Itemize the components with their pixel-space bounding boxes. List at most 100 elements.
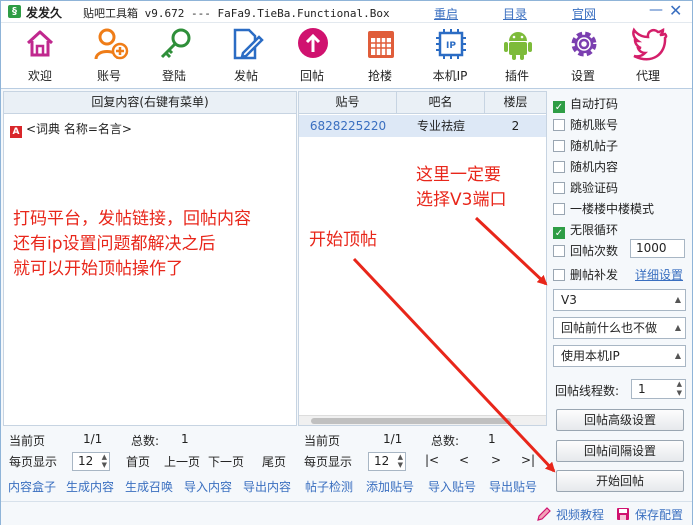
first-page-button[interactable]: |< (425, 453, 439, 467)
prev-page-button[interactable]: < (459, 453, 469, 467)
restart-link[interactable]: 重启 (434, 5, 458, 22)
cell-bar-name: 专业祛痘 (416, 119, 465, 133)
toolbar-label: 插件 (504, 69, 529, 83)
gear-icon (571, 31, 597, 57)
checkbox[interactable] (553, 203, 565, 215)
checkbox-checked[interactable]: ✓ (553, 101, 565, 113)
close-button[interactable]: ✕ (669, 1, 682, 20)
checkbox[interactable] (553, 140, 565, 152)
dropdown-arrow-icon[interactable]: ▲ (675, 346, 681, 366)
save-config-link[interactable]: 保存配置 (635, 506, 683, 523)
generate-content-link[interactable]: 生成内容 (66, 478, 114, 495)
per-page-stepper[interactable]: 12 ▲ ▼ (72, 452, 110, 471)
key-icon (160, 28, 191, 59)
column-floor[interactable]: 楼层 (485, 92, 546, 114)
spin-arrows-icon[interactable]: ▲ ▼ (677, 380, 682, 398)
first-page-button[interactable]: 首页 (126, 453, 150, 470)
reply-threads-value: 1 (638, 382, 646, 396)
main-toolbar: 欢迎 账号 登陆 发帖 回帖 抢楼 IP 本机IP 插件 设置 代理 (1, 23, 692, 89)
spin-arrows-icon[interactable]: ▲ ▼ (398, 453, 403, 469)
toolbar-label: 账号 (96, 69, 121, 83)
directory-link[interactable]: 目录 (503, 5, 527, 22)
column-post-id[interactable]: 贴号 (299, 92, 397, 114)
next-page-button[interactable]: 下一页 (208, 453, 244, 470)
prev-page-button[interactable]: 上一页 (164, 453, 200, 470)
advanced-reply-settings-button[interactable]: 回帖高级设置 (556, 409, 684, 431)
before-reply-select[interactable]: 回帖前什么也不做 ▲ (553, 317, 686, 339)
checkbox-checked[interactable]: ✓ (553, 227, 565, 239)
checkbox[interactable] (553, 119, 565, 131)
option-random-account[interactable]: 随机账号 (553, 116, 618, 132)
import-post-link[interactable]: 导入贴号 (428, 478, 476, 495)
column-bar-name[interactable]: 吧名 (397, 92, 485, 114)
toolbar-proxy-button[interactable]: 代理 (617, 23, 679, 87)
annotation-v3-line-1: 这里一定要 (416, 165, 501, 185)
list-item[interactable]: A <词典 名称=名言> (10, 120, 132, 138)
reply-threads-stepper[interactable]: 1 ▲ ▼ (631, 379, 686, 399)
detail-settings-link[interactable]: 详细设置 (635, 266, 683, 283)
post-table[interactable]: 贴号 吧名 楼层 6828225220 专业祛痘 2 (298, 91, 547, 426)
option-skip-captcha[interactable]: 跳验证码 (553, 179, 618, 195)
option-repost-deleted[interactable]: 删帖补发 (553, 266, 618, 282)
checkbox[interactable] (553, 245, 565, 257)
toolbar-settings-button[interactable]: 设置 (552, 23, 614, 87)
list-item-label: <词典 名称=名言> (26, 122, 132, 136)
video-tutorial-link[interactable]: 视频教程 (556, 506, 604, 523)
export-post-link[interactable]: 导出贴号 (489, 478, 537, 495)
checkbox[interactable] (553, 269, 565, 281)
toolbar-label: 欢迎 (27, 69, 52, 83)
minimize-button[interactable]: — (649, 2, 663, 18)
checkbox[interactable] (553, 161, 565, 173)
horizontal-scrollbar[interactable] (299, 415, 546, 425)
option-auto-captcha[interactable]: ✓ 自动打码 (553, 95, 618, 113)
generate-summon-link[interactable]: 生成召唤 (125, 478, 173, 495)
per-page-stepper[interactable]: 12 ▲ ▼ (368, 452, 406, 471)
scrollbar-thumb[interactable] (311, 418, 511, 424)
total-value: 1 (181, 432, 189, 446)
toolbar-local-ip-button[interactable]: IP 本机IP (419, 23, 481, 87)
toolbar-welcome-button[interactable]: 欢迎 (9, 23, 71, 87)
option-label: 随机账号 (570, 118, 619, 132)
total-label: 总数: (131, 434, 160, 448)
last-page-button[interactable]: 尾页 (262, 453, 286, 470)
toolbar-account-button[interactable]: 账号 (78, 23, 140, 87)
toolbar-label: 设置 (570, 69, 595, 83)
checkbox[interactable] (553, 182, 565, 194)
port-select[interactable]: V3 ▲ (553, 289, 686, 311)
toolbar-login-button[interactable]: 登陆 (143, 23, 205, 87)
reply-count-input[interactable]: 1000 (630, 239, 685, 258)
import-content-link[interactable]: 导入内容 (184, 478, 232, 495)
add-post-link[interactable]: 添加贴号 (366, 478, 414, 495)
dropdown-arrow-icon[interactable]: ▲ (675, 318, 681, 338)
start-reply-button[interactable]: 开始回帖 (556, 470, 684, 492)
export-content-link[interactable]: 导出内容 (243, 478, 291, 495)
spin-arrows-icon[interactable]: ▲ ▼ (102, 453, 107, 469)
website-link[interactable]: 官网 (572, 5, 596, 22)
ip-chip-icon: IP (436, 29, 466, 59)
reply-threads-label: 回帖线程数: (555, 384, 620, 398)
option-reply-count[interactable]: 回帖次数 (553, 242, 618, 258)
last-page-button[interactable]: >| (521, 453, 535, 467)
ip-select[interactable]: 使用本机IP ▲ (553, 345, 686, 367)
content-box-link[interactable]: 内容盒子 (8, 478, 56, 495)
option-infinite-loop[interactable]: ✓ 无限循环 (553, 221, 618, 239)
toolbar-reply-button[interactable]: 回帖 (281, 23, 343, 87)
dropdown-arrow-icon[interactable]: ▲ (675, 290, 681, 310)
toolbar-label: 登陆 (161, 69, 186, 83)
toolbar-label: 代理 (635, 69, 660, 83)
table-header: 贴号 吧名 楼层 (299, 92, 546, 114)
reply-interval-settings-button[interactable]: 回帖间隔设置 (556, 440, 684, 462)
option-random-post[interactable]: 随机帖子 (553, 137, 618, 153)
option-label: 一楼楼中楼模式 (570, 202, 655, 216)
toolbar-grab-floor-button[interactable]: 抢楼 (349, 23, 411, 87)
post-check-link[interactable]: 帖子检测 (305, 478, 353, 495)
next-page-button[interactable]: > (491, 453, 501, 467)
toolbar-plugin-button[interactable]: 插件 (486, 23, 548, 87)
table-row[interactable]: 6828225220 专业祛痘 2 (299, 115, 546, 137)
current-page-value: 1/1 (83, 432, 103, 446)
toolbar-post-button[interactable]: 发帖 (215, 23, 277, 87)
annotation-line-2: 还有ip设置问题都解决之后 (13, 234, 216, 254)
option-floor-in-floor[interactable]: 一楼楼中楼模式 (553, 200, 654, 216)
edit-document-icon (233, 28, 264, 60)
option-random-content[interactable]: 随机内容 (553, 158, 618, 174)
